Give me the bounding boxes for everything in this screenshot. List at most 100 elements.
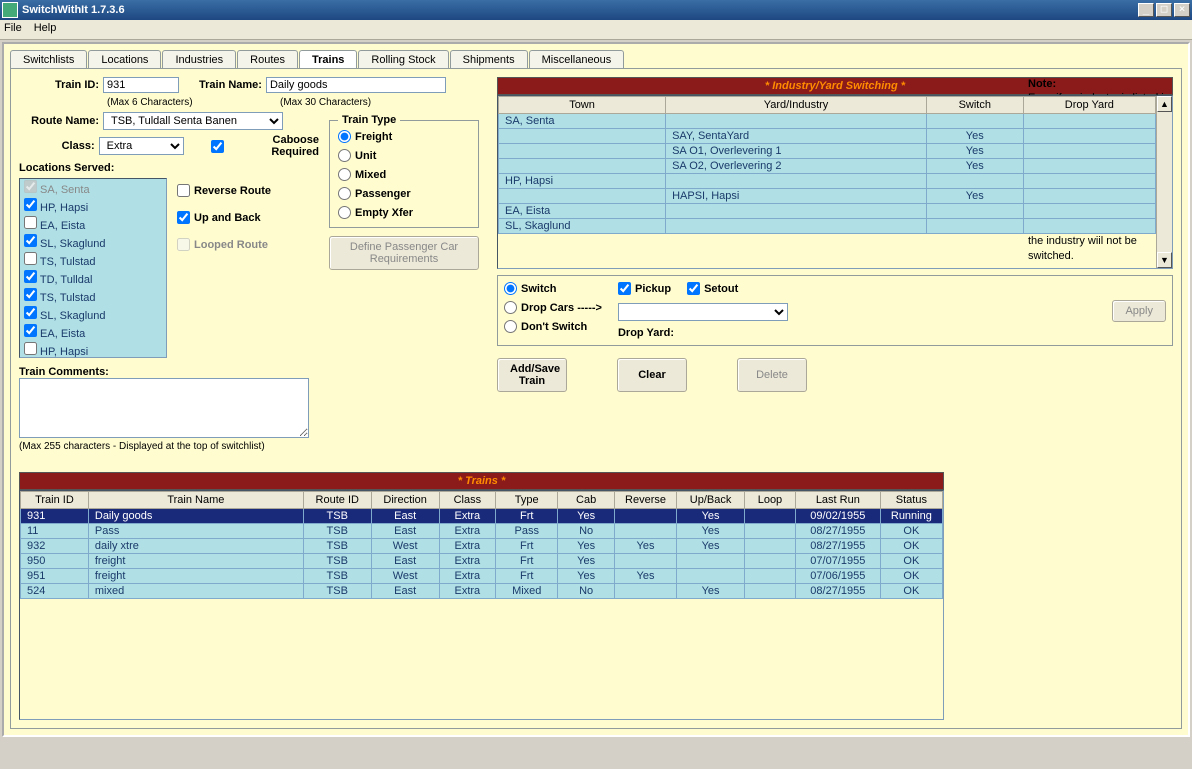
reverse-route-checkbox[interactable]: Reverse Route — [177, 184, 271, 197]
train-name-input[interactable] — [266, 77, 446, 93]
drop-cars-select[interactable] — [618, 303, 788, 321]
switching-row[interactable]: SAY, SentaYardYes — [499, 129, 1156, 144]
train-id-input[interactable] — [103, 77, 179, 93]
train-row[interactable]: 524mixedTSBEastExtraMixedNoYes08/27/1955… — [21, 584, 943, 599]
col-header[interactable]: Status — [880, 492, 942, 509]
location-item[interactable]: EA, Eista — [20, 323, 166, 341]
col-header[interactable]: Cab — [558, 492, 615, 509]
col-header[interactable]: Train Name — [88, 492, 303, 509]
switching-row[interactable]: SA O1, Overlevering 1Yes — [499, 144, 1156, 159]
comments-hint: (Max 255 characters - Displayed at the t… — [19, 441, 319, 452]
train-row[interactable]: 951freightTSBWestExtraFrtYesYes07/06/195… — [21, 569, 943, 584]
location-item: SA, Senta — [20, 179, 166, 197]
col-header[interactable]: Yard/Industry — [666, 97, 927, 114]
col-header[interactable]: Type — [496, 492, 558, 509]
switching-row[interactable]: SA O2, Overlevering 2Yes — [499, 159, 1156, 174]
tab-miscellaneous[interactable]: Miscellaneous — [529, 50, 625, 69]
switching-grid[interactable]: TownYard/IndustrySwitchDrop YardSA, Sent… — [498, 96, 1156, 234]
main-panel: SwitchlistsLocationsIndustriesRoutesTrai… — [2, 42, 1190, 737]
scroll-down-icon[interactable]: ▼ — [1157, 252, 1172, 268]
location-item[interactable]: TS, Tulstad — [20, 251, 166, 269]
menu-file[interactable]: File — [4, 22, 22, 37]
switching-row[interactable]: HP, Hapsi — [499, 174, 1156, 189]
col-header[interactable]: Drop Yard — [1023, 97, 1155, 114]
switching-row[interactable]: EA, Eista — [499, 204, 1156, 219]
tab-locations[interactable]: Locations — [88, 50, 161, 69]
train-type-legend: Train Type — [338, 114, 400, 126]
tab-switchlists[interactable]: Switchlists — [10, 50, 87, 69]
switching-row[interactable]: HAPSI, HapsiYes — [499, 189, 1156, 204]
locations-served-label: Locations Served: — [19, 162, 114, 174]
train-comments-textarea[interactable] — [19, 378, 309, 438]
up-and-back-checkbox[interactable]: Up and Back — [177, 211, 271, 224]
tab-trains[interactable]: Trains — [299, 50, 357, 69]
pickup-checkbox[interactable]: Pickup — [618, 282, 671, 295]
location-item[interactable]: TS, Tulstad — [20, 287, 166, 305]
tab-shipments[interactable]: Shipments — [450, 50, 528, 69]
col-header[interactable]: Direction — [371, 492, 439, 509]
switching-row[interactable]: SL, Skaglund — [499, 219, 1156, 234]
radio-dont-switch[interactable]: Don't Switch — [504, 320, 602, 333]
train-type-mixed[interactable]: Mixed — [338, 168, 470, 181]
col-header[interactable]: Switch — [926, 97, 1023, 114]
train-name-hint: (Max 30 Characters) — [280, 97, 371, 108]
tab-rolling-stock[interactable]: Rolling Stock — [358, 50, 448, 69]
train-type-unit[interactable]: Unit — [338, 149, 470, 162]
location-item[interactable]: TD, Tulldal — [20, 269, 166, 287]
radio-switch[interactable]: Switch — [504, 282, 602, 295]
train-row[interactable]: 11PassTSBEastExtraPassNoYes08/27/1955OK — [21, 524, 943, 539]
switching-row[interactable]: SA, Senta — [499, 114, 1156, 129]
location-item[interactable]: SL, Skaglund — [20, 233, 166, 251]
looped-route-checkbox[interactable]: Looped Route — [177, 238, 271, 251]
window-title: SwitchWithIt 1.7.3.6 — [22, 4, 1136, 16]
col-header[interactable]: Train ID — [21, 492, 89, 509]
setout-checkbox[interactable]: Setout — [687, 282, 738, 295]
train-row[interactable]: 932daily xtreTSBWestExtraFrtYesYesYes08/… — [21, 539, 943, 554]
col-header[interactable]: Last Run — [795, 492, 880, 509]
tab-routes[interactable]: Routes — [237, 50, 298, 69]
col-header[interactable]: Reverse — [614, 492, 676, 509]
trains-grid[interactable]: Train IDTrain NameRoute IDDirectionClass… — [20, 491, 943, 599]
menu-help[interactable]: Help — [34, 22, 57, 37]
add-save-button[interactable]: Add/Save Train — [497, 358, 567, 392]
title-bar: SwitchWithIt 1.7.3.6 _ □ × — [0, 0, 1192, 20]
locations-listbox[interactable]: SA, Senta HP, Hapsi EA, Eista SL, Skaglu… — [19, 178, 167, 358]
train-row[interactable]: 950freightTSBEastExtraFrtYes07/07/1955OK — [21, 554, 943, 569]
train-id-label: Train ID: — [19, 79, 99, 91]
clear-button[interactable]: Clear — [617, 358, 687, 392]
col-header[interactable]: Up/Back — [677, 492, 745, 509]
tab-strip: SwitchlistsLocationsIndustriesRoutesTrai… — [10, 50, 1182, 69]
col-header[interactable]: Loop — [745, 492, 796, 509]
location-item[interactable]: EA, Eista — [20, 215, 166, 233]
col-header[interactable]: Route ID — [303, 492, 371, 509]
class-select[interactable]: Extra — [99, 137, 185, 155]
apply-button: Apply — [1112, 300, 1166, 322]
train-type-empty-xfer[interactable]: Empty Xfer — [338, 206, 470, 219]
tab-industries[interactable]: Industries — [162, 50, 236, 69]
switch-options-panel: Switch Drop Cars -----> Don't Switch Pic… — [497, 275, 1173, 346]
scroll-up-icon[interactable]: ▲ — [1157, 96, 1172, 112]
train-id-hint: (Max 6 Characters) — [107, 97, 202, 108]
route-name-select[interactable]: TSB, Tuldall Senta Banen — [103, 112, 283, 130]
col-header[interactable]: Town — [499, 97, 666, 114]
col-header[interactable]: Class — [439, 492, 496, 509]
app-icon — [2, 2, 18, 18]
train-name-label: Train Name: — [199, 79, 262, 91]
train-comments-label: Train Comments: — [19, 366, 319, 378]
radio-drop-cars[interactable]: Drop Cars -----> — [504, 301, 602, 314]
train-row[interactable]: 931Daily goodsTSBEastExtraFrtYesYes09/02… — [21, 509, 943, 524]
train-type-group: Train Type Freight Unit Mixed Passenger Empt… — [329, 114, 479, 228]
train-type-freight[interactable]: Freight — [338, 130, 470, 143]
tab-body-trains: Note: Even if an industry is listed in t… — [10, 68, 1182, 729]
delete-button: Delete — [737, 358, 807, 392]
maximize-button[interactable]: □ — [1156, 3, 1172, 17]
caboose-checkbox[interactable]: Caboose Required — [211, 134, 319, 158]
location-item[interactable]: SL, Skaglund — [20, 305, 166, 323]
switching-scrollbar[interactable]: ▲ ▼ — [1156, 96, 1172, 268]
location-item[interactable]: HP, Hapsi — [20, 341, 166, 358]
train-type-passenger[interactable]: Passenger — [338, 187, 470, 200]
close-button[interactable]: × — [1174, 3, 1190, 17]
location-item[interactable]: HP, Hapsi — [20, 197, 166, 215]
minimize-button[interactable]: _ — [1138, 3, 1154, 17]
note-title: Note: — [1028, 77, 1173, 91]
